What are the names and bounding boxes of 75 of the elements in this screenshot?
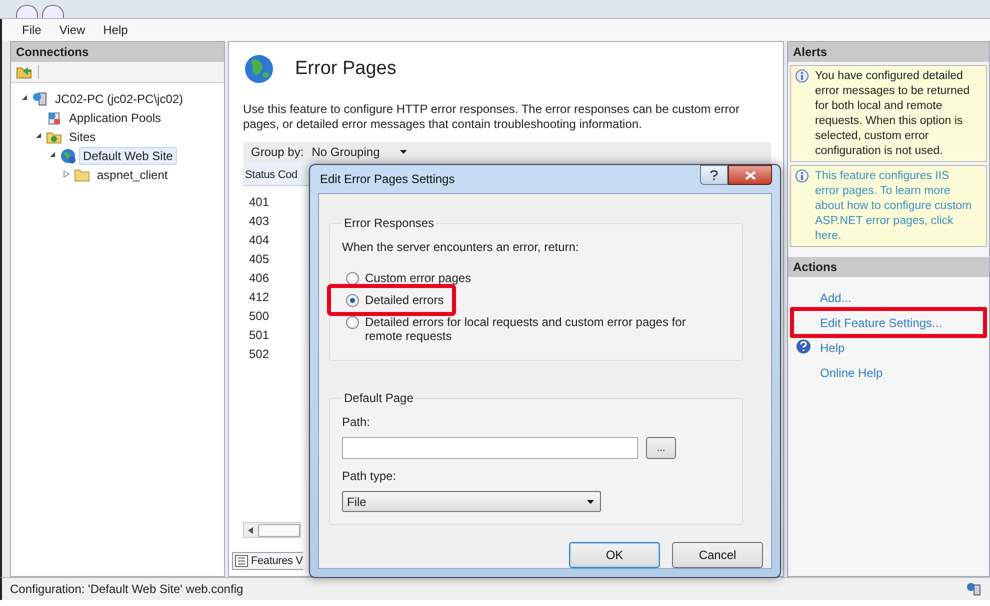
list-icon [235, 555, 248, 567]
action-link[interactable]: Online Help [820, 366, 883, 380]
tree-item[interactable]: JC02-PC (jc02-PC\jc02) [51, 90, 188, 108]
ok-button[interactable]: OK [569, 542, 660, 568]
help-button[interactable] [700, 165, 728, 185]
expand-arrow-icon[interactable] [62, 170, 70, 180]
scrollbar-thumb[interactable] [258, 524, 300, 536]
tree-item[interactable]: aspnet_client [93, 166, 172, 184]
group-by-label: Group by: [251, 145, 304, 159]
pool-icon [46, 110, 62, 126]
features-view-tab[interactable]: Features V [232, 552, 303, 570]
server-icon [32, 90, 48, 106]
scroll-left-icon[interactable] [248, 526, 254, 534]
forward-button[interactable] [42, 5, 64, 18]
tree-item[interactable]: Sites [65, 128, 100, 146]
status-text: Configuration: 'Default Web Site' web.config [10, 582, 244, 596]
info-icon [795, 69, 809, 83]
info-icon [795, 169, 809, 183]
status-code-cell: 412 [249, 290, 270, 304]
menu-item[interactable]: File [22, 23, 42, 37]
status-code-cell: 405 [249, 252, 270, 266]
globe-icon [60, 148, 76, 164]
dropdown-arrow-icon [400, 150, 407, 154]
status-code-cell: 502 [249, 347, 270, 361]
radio-label[interactable]: Detailed errors for local requests and custom error pages for remote requests [365, 315, 695, 343]
cancel-button[interactable]: Cancel [672, 542, 763, 568]
tree-item[interactable]: Default Web Site [79, 146, 177, 164]
collapse-arrow-icon[interactable] [48, 151, 56, 160]
status-code-cell: 404 [249, 233, 270, 247]
close-icon [744, 170, 756, 180]
radio-button[interactable] [346, 316, 359, 329]
menu-item[interactable]: Help [103, 23, 128, 37]
back-button[interactable] [16, 5, 38, 18]
radio-label[interactable]: Custom error pages [365, 271, 472, 285]
radio-label[interactable]: Detailed errors [365, 293, 444, 307]
menu-item[interactable]: View [59, 23, 86, 37]
server-icon [966, 582, 982, 596]
action-link[interactable]: Help [820, 340, 845, 354]
page-title: Error Pages [295, 58, 396, 80]
panel-header: Actions [788, 257, 989, 277]
help-icon [710, 170, 718, 180]
feature-description: Use this feature to configure HTTP error responses. The error responses can be custom error pages, or detailed error messages that contain troubleshooting information. [243, 102, 740, 132]
tree-item[interactable]: Application Pools [65, 108, 166, 126]
horizontal-scrollbar[interactable] [243, 522, 301, 538]
path-label: Path: [342, 415, 372, 429]
help-icon [796, 338, 811, 354]
radio-button[interactable] [346, 294, 359, 307]
collapse-arrow-icon[interactable] [34, 132, 42, 141]
status-code-cell: 500 [249, 309, 270, 323]
collapse-arrow-icon[interactable] [20, 94, 28, 103]
group-title: Error Responses [343, 216, 436, 230]
radio-button[interactable] [346, 272, 359, 285]
close-button[interactable] [728, 165, 772, 185]
globe-icon [243, 53, 275, 85]
status-code-cell: 403 [249, 214, 270, 228]
action-link[interactable]: Add... [820, 290, 852, 304]
group-by-dropdown[interactable]: No Grouping [310, 144, 413, 160]
dropdown-arrow-icon [587, 500, 594, 504]
path-type-label: Path type: [342, 469, 398, 483]
alert-text: You have configured detailed error messages to be returned for both local and remote requests. When this option is selected, custom error configuration is not used. [815, 69, 971, 159]
connect-icon[interactable] [16, 65, 32, 79]
dialog-title: Edit Error Pages Settings [319, 172, 455, 186]
status-code-cell: 501 [249, 328, 270, 342]
prompt-text: When the server encounters an error, return: [342, 240, 580, 254]
status-code-cell: 406 [249, 271, 270, 285]
path-field[interactable] [342, 437, 638, 459]
browse-button[interactable]: ... [646, 437, 676, 459]
status-code-cell: 401 [249, 195, 270, 209]
panel-header: Connections [11, 42, 224, 62]
action-link[interactable]: Edit Feature Settings... [820, 316, 942, 330]
column-header[interactable]: Status Cod [245, 169, 298, 181]
folder-icon [74, 166, 90, 182]
group-title: Default Page [343, 391, 414, 405]
panel-header: Alerts [788, 42, 989, 62]
path-type-dropdown[interactable]: File [342, 491, 601, 512]
